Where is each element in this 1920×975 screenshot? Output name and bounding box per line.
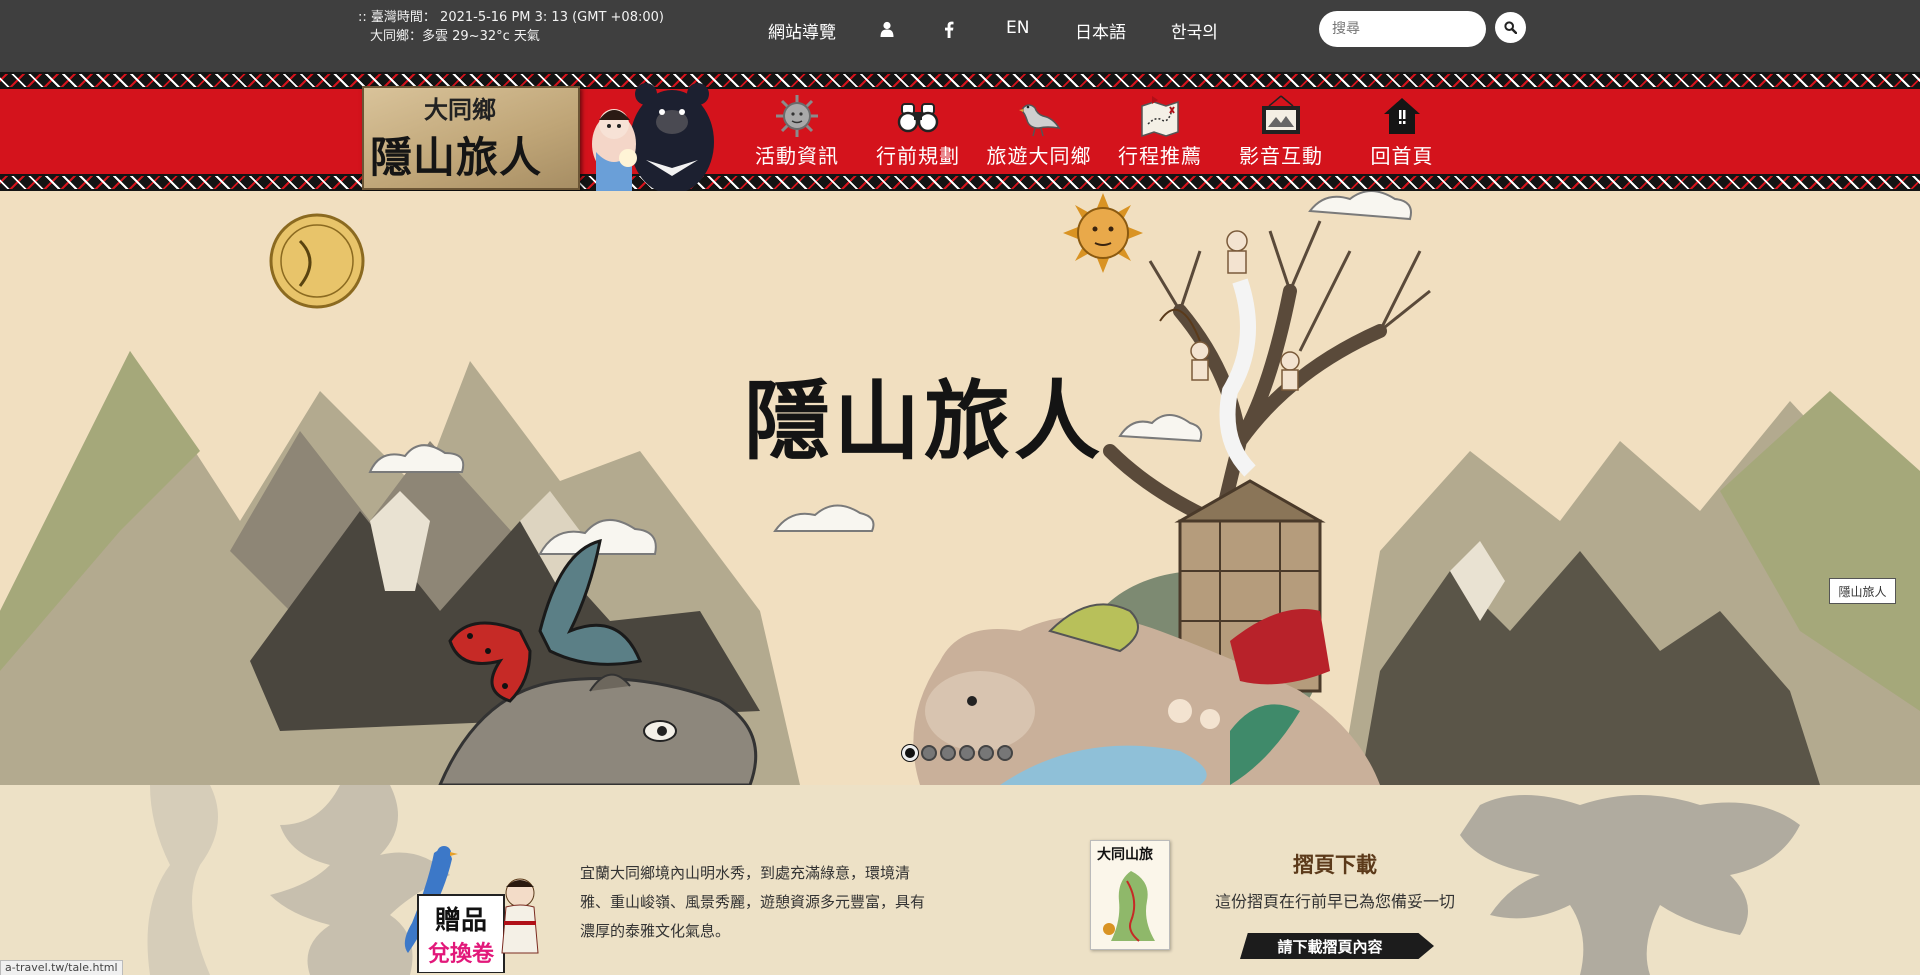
top-bar: :: 臺灣時間： 2021-5-16 PM 3: 13 (GMT +08:00)…	[0, 0, 1920, 72]
lang-en-link[interactable]: EN	[1006, 18, 1029, 38]
slide-dot-4[interactable]	[959, 745, 975, 761]
search-box	[1319, 11, 1486, 47]
search-button[interactable]	[1495, 12, 1526, 43]
nav-label: 影音互動	[1239, 144, 1323, 168]
carousel-indicators	[902, 745, 1013, 761]
nav-label: 旅遊大同鄉	[986, 144, 1092, 168]
taiwan-time: :: 臺灣時間： 2021-5-16 PM 3: 13 (GMT +08:00)	[358, 8, 664, 27]
nav-label: 行程推薦	[1118, 144, 1202, 168]
slide-dot-6[interactable]	[997, 745, 1013, 761]
binoculars-icon	[897, 103, 939, 133]
sun-face-icon	[776, 95, 818, 137]
slide-dot-2[interactable]	[921, 745, 937, 761]
tribal-border-top	[0, 72, 1920, 89]
tribal-border-bottom	[0, 174, 1920, 191]
search-icon	[1504, 21, 1517, 34]
gift-coupon-illustration[interactable]: 贈品 兌換卷	[388, 843, 550, 973]
nav-travel-datong[interactable]: 旅遊大同鄉	[984, 94, 1094, 169]
nav-label: 活動資訊	[755, 144, 839, 168]
member-icon[interactable]	[880, 21, 894, 42]
map-icon	[1141, 96, 1179, 138]
site-logo[interactable]: 大同鄉 隱山旅人	[362, 86, 580, 190]
lang-ja-link[interactable]: 日本語	[1075, 18, 1126, 43]
nav-label: 行前規劃	[876, 144, 960, 168]
home-icon	[1384, 98, 1420, 134]
facebook-icon[interactable]	[944, 21, 954, 43]
slide-dot-1[interactable]	[902, 745, 918, 761]
logo-small-text: 大同鄉	[424, 95, 496, 124]
brochure-cover: 大同山旅	[1091, 841, 1169, 949]
side-tag[interactable]: 隱山旅人	[1829, 578, 1896, 604]
slide-dot-3[interactable]	[940, 745, 956, 761]
time-label: :: 臺灣時間：	[358, 10, 436, 25]
sitemap-link[interactable]: 網站導覽	[768, 18, 836, 43]
time-value: 2021-5-16 PM 3: 13 (GMT +08:00)	[440, 10, 664, 25]
download-button[interactable]: 請下載摺頁內容	[1240, 933, 1434, 959]
download-title: 摺頁下載	[1293, 853, 1377, 877]
search-input[interactable]	[1332, 21, 1472, 37]
brochure-thumbnail[interactable]: 大同山旅	[1090, 840, 1170, 950]
brochure-title: 大同山旅	[1097, 846, 1153, 863]
download-description: 這份摺頁在行前早已為您備妥一切	[1214, 892, 1455, 911]
mascot-illustration	[592, 83, 714, 191]
info-section: 贈品 兌換卷 宜蘭大同鄉境內山明水秀，到處充滿綠意，環境清雅、重山峻嶺、風景秀麗…	[0, 785, 1920, 975]
intro-text: 宜蘭大同鄉境內山明水秀，到處充滿綠意，環境清雅、重山峻嶺、風景秀麗，遊憩資源多元…	[580, 864, 926, 940]
hero-title: 隱山旅人	[744, 371, 1104, 472]
logo-big-text: 隱山旅人	[370, 133, 543, 182]
nav-events[interactable]: 活動資訊	[742, 94, 852, 169]
nav-media[interactable]: 影音互動	[1226, 94, 1336, 169]
picture-frame-icon	[1262, 95, 1300, 134]
mountain-illustration	[0, 191, 1920, 785]
tree-silhouette-right	[1460, 795, 1800, 975]
tree-silhouette-left	[147, 785, 450, 975]
weather-info: 大同鄉：多雲 29~32°c 天氣	[370, 29, 540, 44]
header-banner: 大同鄉 隱山旅人 活動資訊 行前規劃 旅遊大同鄉 行程推薦 影音互動 回首頁	[0, 72, 1920, 191]
time-weather-info: :: 臺灣時間： 2021-5-16 PM 3: 13 (GMT +08:00)…	[358, 8, 664, 46]
bird-icon	[1019, 104, 1061, 137]
status-bar-url: a-travel.tw/tale.html	[0, 960, 123, 975]
gift-line-1: 贈品	[435, 905, 487, 936]
nav-itinerary[interactable]: 行程推薦	[1105, 94, 1215, 169]
nav-home[interactable]: 回首頁	[1347, 94, 1457, 169]
nav-label: 回首頁	[1370, 144, 1434, 168]
nav-planning[interactable]: 行前規劃	[863, 94, 973, 169]
slide-dot-5[interactable]	[978, 745, 994, 761]
hero-carousel: 隱山旅人	[0, 191, 1920, 785]
lang-ko-link[interactable]: 한국의	[1171, 18, 1218, 43]
gift-line-2: 兌換卷	[428, 941, 495, 967]
